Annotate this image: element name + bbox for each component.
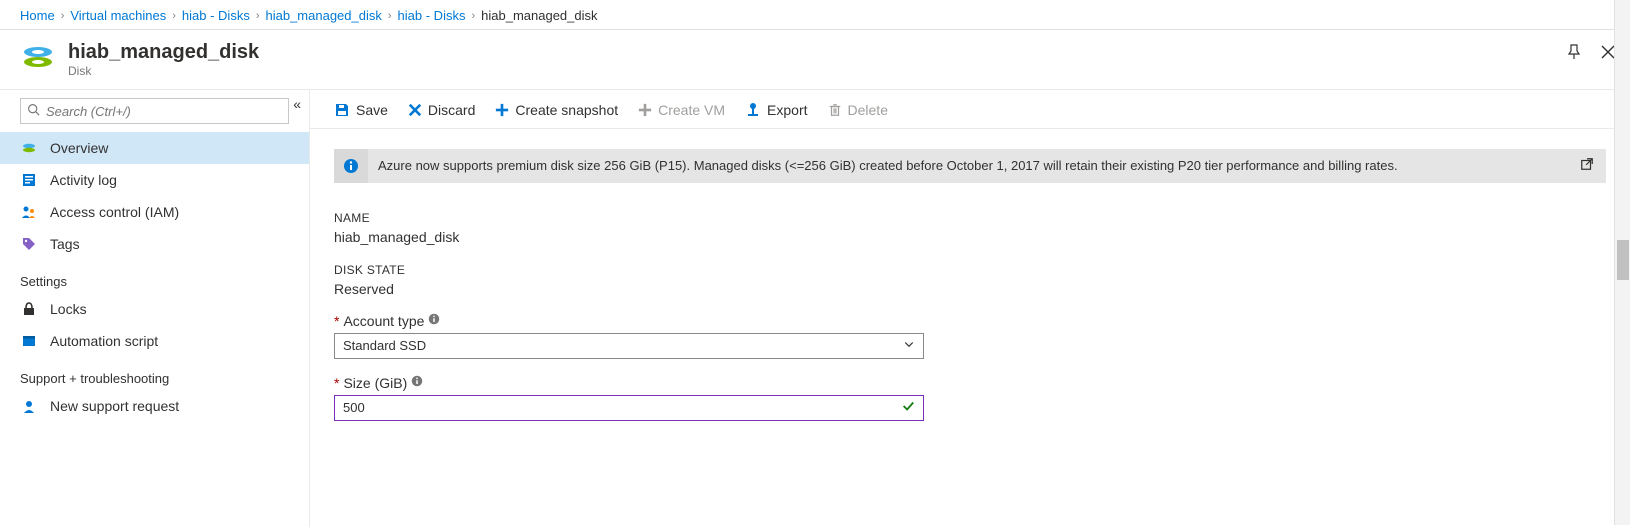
- save-button[interactable]: Save: [334, 102, 388, 118]
- export-icon: [745, 102, 761, 118]
- search-input[interactable]: [46, 104, 282, 119]
- create-vm-button: Create VM: [638, 102, 725, 118]
- breadcrumb: Home › Virtual machines › hiab - Disks ›…: [0, 0, 1630, 30]
- sidebar-heading-support: Support + troubleshooting: [0, 357, 309, 390]
- toolbar-label: Save: [356, 102, 388, 118]
- breadcrumb-current: hiab_managed_disk: [481, 8, 597, 23]
- chevron-right-icon: ›: [256, 10, 260, 22]
- main-content: Save Discard Create snapshot Create VM: [310, 90, 1630, 527]
- sidebar-item-label: Locks: [50, 301, 87, 317]
- toolbar: Save Discard Create snapshot Create VM: [310, 90, 1630, 129]
- account-type-value: Standard SSD: [343, 338, 426, 353]
- sidebar-item-overview[interactable]: Overview: [0, 132, 309, 164]
- disk-state-label: DISK STATE: [334, 263, 1606, 277]
- info-icon[interactable]: [411, 375, 423, 390]
- sidebar-item-label: Activity log: [50, 172, 117, 188]
- pin-icon[interactable]: [1566, 44, 1582, 63]
- toolbar-label: Create VM: [658, 102, 725, 118]
- breadcrumb-managed-disk-1[interactable]: hiab_managed_disk: [266, 8, 382, 23]
- toolbar-label: Delete: [848, 102, 888, 118]
- iam-icon: [20, 204, 38, 220]
- breadcrumb-home[interactable]: Home: [20, 8, 55, 23]
- sidebar: « Overview Activity log: [0, 90, 310, 527]
- log-icon: [20, 172, 38, 188]
- script-icon: [20, 333, 38, 349]
- name-value: hiab_managed_disk: [334, 229, 1606, 245]
- scrollbar-thumb[interactable]: [1617, 240, 1629, 280]
- delete-button: Delete: [828, 102, 888, 118]
- collapse-sidebar-icon[interactable]: «: [293, 96, 301, 112]
- disk-icon: [20, 40, 56, 79]
- discard-icon: [408, 103, 422, 117]
- chevron-down-icon: [903, 338, 915, 353]
- external-link-icon[interactable]: [1568, 149, 1606, 183]
- delete-icon: [828, 103, 842, 117]
- breadcrumb-vm[interactable]: Virtual machines: [70, 8, 166, 23]
- check-icon: [901, 399, 915, 416]
- sidebar-item-label: Tags: [50, 236, 80, 252]
- toolbar-label: Discard: [428, 102, 475, 118]
- export-button[interactable]: Export: [745, 102, 807, 118]
- info-banner: Azure now supports premium disk size 256…: [334, 149, 1606, 183]
- info-icon: [334, 149, 368, 183]
- toolbar-label: Create snapshot: [515, 102, 618, 118]
- size-input[interactable]: 500: [334, 395, 924, 421]
- sidebar-item-tags[interactable]: Tags: [0, 228, 309, 260]
- required-indicator: *: [334, 313, 339, 329]
- discard-button[interactable]: Discard: [408, 102, 475, 118]
- page-header: hiab_managed_disk Disk: [0, 30, 1630, 90]
- sidebar-item-automation-script[interactable]: Automation script: [0, 325, 309, 357]
- sidebar-item-label: Automation script: [50, 333, 158, 349]
- chevron-right-icon: ›: [61, 10, 65, 22]
- chevron-right-icon: ›: [388, 10, 392, 22]
- save-icon: [334, 102, 350, 118]
- size-label: Size (GiB): [343, 375, 407, 391]
- sidebar-heading-settings: Settings: [0, 260, 309, 293]
- name-label: NAME: [334, 211, 1606, 225]
- sidebar-item-locks[interactable]: Locks: [0, 293, 309, 325]
- info-icon[interactable]: [428, 313, 440, 328]
- support-icon: [20, 398, 38, 414]
- chevron-right-icon: ›: [172, 10, 176, 22]
- breadcrumb-hiab-disks-1[interactable]: hiab - Disks: [182, 8, 250, 23]
- sidebar-item-activity-log[interactable]: Activity log: [0, 164, 309, 196]
- breadcrumb-hiab-disks-2[interactable]: hiab - Disks: [398, 8, 466, 23]
- account-type-select[interactable]: Standard SSD: [334, 333, 924, 359]
- vertical-scrollbar[interactable]: [1614, 0, 1630, 525]
- plus-icon: [495, 103, 509, 117]
- tag-icon: [20, 236, 38, 252]
- info-banner-text: Azure now supports premium disk size 256…: [368, 149, 1568, 183]
- sidebar-search[interactable]: [20, 98, 289, 124]
- sidebar-item-label: New support request: [50, 398, 179, 414]
- sidebar-item-iam[interactable]: Access control (IAM): [0, 196, 309, 228]
- required-indicator: *: [334, 375, 339, 391]
- size-value: 500: [343, 400, 365, 415]
- page-subtitle: Disk: [68, 64, 259, 78]
- disk-state-value: Reserved: [334, 281, 1606, 297]
- toolbar-label: Export: [767, 102, 807, 118]
- account-type-label: Account type: [343, 313, 424, 329]
- sidebar-item-new-support-request[interactable]: New support request: [0, 390, 309, 422]
- search-icon: [27, 103, 40, 119]
- chevron-right-icon: ›: [471, 10, 475, 22]
- create-snapshot-button[interactable]: Create snapshot: [495, 102, 618, 118]
- lock-icon: [20, 301, 38, 317]
- sidebar-item-label: Access control (IAM): [50, 204, 179, 220]
- plus-icon: [638, 103, 652, 117]
- sidebar-item-label: Overview: [50, 140, 108, 156]
- page-title: hiab_managed_disk: [68, 41, 259, 64]
- disk-icon: [20, 140, 38, 156]
